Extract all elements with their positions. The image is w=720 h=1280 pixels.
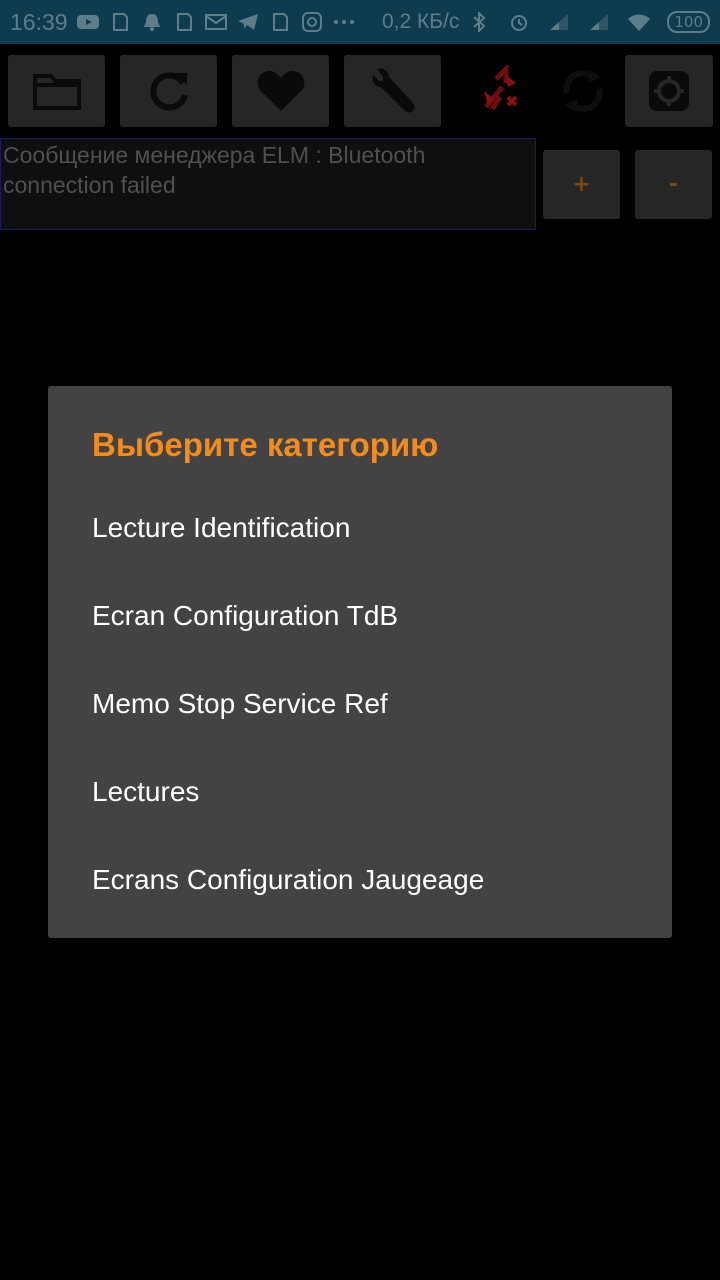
- refresh-button[interactable]: [120, 55, 217, 127]
- bluetooth-disconnected-icon: [484, 65, 518, 111]
- alarm-icon: [511, 15, 528, 31]
- category-dialog: Выберите категорию Lecture Identificatio…: [48, 386, 672, 938]
- refresh-icon: [149, 72, 188, 111]
- toolbar: [0, 44, 720, 138]
- telegram-icon: [237, 14, 258, 30]
- mail-icon: [204, 14, 227, 30]
- favorites-button[interactable]: [232, 55, 329, 127]
- sim-icon: [272, 13, 288, 31]
- zoom-in-button[interactable]: +: [543, 150, 620, 219]
- folder-icon: [32, 74, 81, 110]
- dialog-item-lecture-identification[interactable]: Lecture Identification: [48, 484, 672, 572]
- wrench-icon: [371, 68, 414, 113]
- status-bar: 16:39 0,2 КБ/с 100: [0, 0, 720, 44]
- network-speed: 0,2 КБ/с: [381, 10, 460, 33]
- settings-button[interactable]: [625, 55, 713, 127]
- sync-button[interactable]: [543, 55, 623, 127]
- sync-icon: [563, 69, 603, 113]
- status-time: 16:39: [10, 8, 68, 35]
- dialog-item-ecrans-configuration-jaugeage[interactable]: Ecrans Configuration Jaugeage: [48, 836, 672, 924]
- dialog-item-memo-stop-service-ref[interactable]: Memo Stop Service Ref: [48, 660, 672, 748]
- signal-icon: [590, 14, 609, 30]
- bluetooth-status-button[interactable]: [458, 55, 538, 127]
- more-dots-icon: [333, 20, 354, 24]
- instagram-icon: [301, 12, 322, 32]
- battery-icon: 100: [667, 11, 710, 33]
- dialog-item-lectures[interactable]: Lectures: [48, 748, 672, 836]
- bluetooth-icon: [473, 12, 486, 32]
- sim-icon: [112, 13, 128, 31]
- bell-icon: [143, 14, 160, 31]
- folder-button[interactable]: [8, 55, 105, 127]
- elm-message-box: Сообщение менеджера ELM : Bluetooth conn…: [0, 138, 536, 230]
- zoom-out-button[interactable]: -: [635, 150, 712, 219]
- dialog-item-ecran-configuration-tdb[interactable]: Ecran Configuration TdB: [48, 572, 672, 660]
- settings-icon: [649, 71, 689, 111]
- wifi-icon: [628, 14, 651, 31]
- youtube-icon: [76, 15, 99, 29]
- heart-icon: [257, 71, 304, 111]
- dialog-title: Выберите категорию: [92, 426, 439, 463]
- sim-icon: [176, 13, 192, 31]
- signal-icon: [550, 14, 569, 30]
- tools-button[interactable]: [344, 55, 441, 127]
